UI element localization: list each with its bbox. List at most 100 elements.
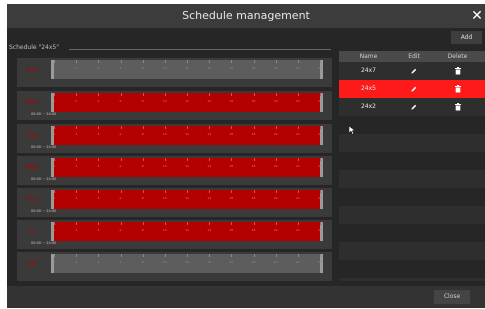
schedule-row-4: Thu 0 2 4 6 8 10 12 14 16 18 20 22 24 00:00 ~ 24:00 [17, 188, 332, 217]
hour-tick [297, 126, 299, 129]
column-header-delete: Delete [447, 53, 468, 60]
hour-tick [253, 190, 255, 193]
hour-tick [209, 222, 211, 225]
hour-tick [231, 126, 233, 129]
hour-tick [142, 190, 144, 193]
schedule-track[interactable]: 0 2 4 6 8 10 12 14 16 18 20 22 24 [51, 126, 323, 145]
hour-label: 2 [75, 66, 78, 70]
table-row[interactable]: 24x2 [339, 98, 485, 116]
hour-tick [253, 158, 255, 161]
pencil-icon[interactable] [398, 98, 430, 116]
hour-tick [275, 190, 277, 193]
hour-label: 0 [53, 164, 55, 168]
day-label: Tue [26, 132, 38, 139]
hour-tick [98, 158, 100, 161]
schedule-track[interactable]: 0 2 4 6 8 10 12 14 16 18 20 22 24 [51, 190, 323, 209]
schedule-track[interactable]: 0 2 4 6 8 10 12 14 16 18 20 22 24 [51, 222, 323, 241]
hour-label: 16 [229, 260, 234, 264]
hour-tick [187, 93, 188, 96]
schedule-track[interactable]: 0 2 4 6 8 10 12 14 16 18 20 22 24 [51, 60, 323, 79]
hour-tick [253, 60, 255, 63]
hour-tick [275, 158, 277, 161]
hour-tick [142, 93, 144, 96]
dialog-title: Schedule management [182, 9, 310, 22]
hour-label: 18 [251, 132, 256, 136]
hour-label: 20 [273, 132, 278, 136]
add-button[interactable]: Add [451, 31, 482, 44]
close-button[interactable]: Close [434, 290, 470, 304]
empty-table-row [339, 116, 485, 134]
time-range-label: 00:00 ~ 24:00 [31, 145, 57, 149]
schedule-track[interactable]: 0 2 4 6 8 10 12 14 16 18 20 22 24 [51, 158, 323, 177]
hour-label: 14 [207, 132, 212, 136]
hour-tick [209, 93, 211, 96]
hour-label: 22 [295, 132, 300, 136]
schedule-table: Name Edit Delete 24x7 24x5 24x2 [339, 51, 485, 281]
hour-label: 12 [185, 164, 189, 168]
hour-label: 24 [318, 196, 322, 200]
hour-label: 24 [318, 132, 322, 136]
hour-tick [142, 158, 144, 161]
hour-tick [76, 60, 78, 63]
close-x-icon[interactable]: ✕ [469, 5, 485, 27]
trash-icon[interactable] [430, 62, 485, 80]
hour-label: 2 [75, 228, 78, 232]
schedule-row-5: Fri 0 2 4 6 8 10 12 14 16 18 20 22 24 00:00 ~ 24:00 [17, 220, 332, 249]
hour-tick [142, 126, 144, 129]
schedule-name-cell: 24x5 [360, 85, 376, 92]
hour-label: 20 [273, 196, 278, 200]
hour-tick [320, 222, 321, 225]
day-label: Wed [25, 164, 39, 171]
hour-label: 6 [119, 260, 122, 264]
hour-label: 12 [185, 132, 189, 136]
hour-label: 6 [119, 164, 122, 168]
trash-icon[interactable] [430, 80, 485, 98]
title-bar: Schedule management ✕ [7, 4, 485, 28]
hour-label: 4 [97, 260, 100, 264]
hour-tick [231, 158, 233, 161]
hour-label: 16 [229, 132, 234, 136]
hour-label: 4 [97, 196, 100, 200]
schedule-name-cell: 24x2 [360, 103, 376, 110]
dialog-footer [7, 286, 485, 308]
hour-label: 4 [97, 132, 100, 136]
hour-label: 16 [229, 66, 234, 70]
hour-tick [297, 93, 299, 96]
time-range-label: 00:00 ~ 24:00 [31, 112, 57, 116]
hour-tick [297, 190, 299, 193]
hour-tick [320, 60, 321, 63]
hour-tick [320, 190, 321, 193]
empty-table-row [339, 260, 485, 278]
hour-label: 8 [141, 132, 144, 136]
schedule-row-3: Wed 0 2 4 6 8 10 12 14 16 18 20 22 24 00:00 ~ 24:00 [17, 156, 332, 185]
hour-tick [231, 254, 233, 257]
hour-tick [54, 254, 55, 257]
hour-label: 22 [295, 164, 300, 168]
hour-tick [231, 60, 233, 63]
table-row[interactable]: 24x7 [339, 62, 485, 80]
hour-tick [187, 60, 188, 63]
hour-label: 22 [295, 66, 300, 70]
schedule-track[interactable]: 0 2 4 6 8 10 12 14 16 18 20 22 24 [51, 93, 323, 112]
table-row[interactable]: 24x5 [339, 80, 485, 98]
pencil-icon[interactable] [398, 62, 430, 80]
hour-tick [76, 222, 78, 225]
hour-tick [120, 93, 122, 96]
hour-label: 10 [162, 196, 167, 200]
hour-tick [209, 254, 211, 257]
hour-label: 0 [53, 228, 55, 232]
hour-tick [164, 60, 166, 63]
hour-label: 22 [295, 196, 300, 200]
hour-tick [231, 93, 233, 96]
schedule-track[interactable]: 0 2 4 6 8 10 12 14 16 18 20 22 24 [51, 254, 323, 273]
hour-tick [231, 190, 233, 193]
empty-table-row [339, 242, 485, 260]
hour-label: 6 [119, 66, 122, 70]
hour-label: 18 [251, 260, 256, 264]
hour-label: 20 [273, 66, 278, 70]
hour-tick [231, 222, 233, 225]
hour-tick [209, 158, 211, 161]
pencil-icon[interactable] [398, 80, 430, 98]
trash-icon[interactable] [430, 98, 485, 116]
hour-tick [320, 126, 321, 129]
